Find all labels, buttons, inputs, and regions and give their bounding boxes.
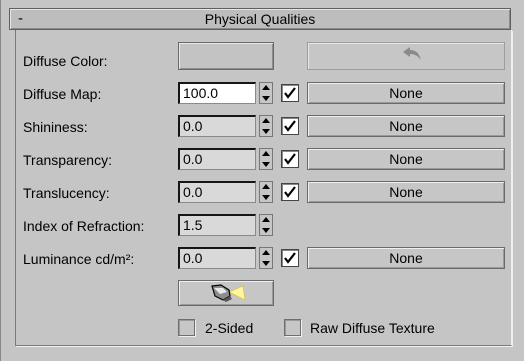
undo-arrow-icon (403, 47, 421, 60)
shininess-label: Shininess: (23, 119, 88, 135)
diffuse-color-swatch[interactable] (178, 42, 274, 70)
luminance-spinner[interactable] (259, 247, 273, 269)
two-sided-label: 2-Sided (205, 320, 254, 336)
physical-qualities-rollout: - Physical Qualities Diffuse Color: Diff… (0, 0, 524, 361)
luminance-map-button[interactable]: None (307, 247, 505, 269)
shininess-map-button[interactable]: None (307, 115, 505, 137)
luminance-picker-button[interactable] (178, 280, 274, 306)
translucency-amount-field[interactable]: 0.0 (178, 181, 256, 203)
raw-diffuse-texture-checkbox[interactable] (284, 319, 301, 336)
rollout-title: Physical Qualities (204, 11, 316, 27)
ior-field[interactable]: 1.5 (178, 214, 256, 236)
ior-label: Index of Refraction: (23, 218, 145, 234)
diffuse-map-label: Diffuse Map: (23, 86, 102, 102)
transparency-spinner[interactable] (259, 148, 273, 170)
translucency-spinner[interactable] (259, 181, 273, 203)
transparency-map-button[interactable]: None (307, 148, 505, 170)
raw-diffuse-texture-label: Raw Diffuse Texture (310, 320, 435, 336)
luminance-enable-checkbox[interactable] (281, 249, 299, 267)
diffuse-color-label: Diffuse Color: (23, 53, 108, 69)
two-sided-checkbox[interactable] (178, 319, 195, 336)
ior-spinner[interactable] (259, 214, 273, 236)
translucency-map-button[interactable]: None (307, 181, 505, 203)
diffuse-map-spinner[interactable] (259, 82, 273, 104)
translucency-label: Translucency: (23, 185, 110, 201)
shininess-enable-checkbox[interactable] (281, 117, 299, 135)
shininess-spinner[interactable] (259, 115, 273, 137)
diffuse-map-enable-checkbox[interactable] (281, 84, 299, 102)
diffuse-map-amount-field[interactable]: 100.0 (178, 82, 256, 104)
luminance-field[interactable]: 0.0 (178, 247, 256, 269)
rollout-header[interactable]: - Physical Qualities (9, 8, 511, 30)
undo-button[interactable] (307, 42, 505, 70)
translucency-enable-checkbox[interactable] (281, 183, 299, 201)
luminance-label: Luminance cd/m²: (23, 251, 135, 267)
flashlight-icon (211, 284, 246, 302)
diffuse-map-button[interactable]: None (307, 82, 505, 104)
transparency-amount-field[interactable]: 0.0 (178, 148, 256, 170)
transparency-label: Transparency: (23, 152, 112, 168)
shininess-amount-field[interactable]: 0.0 (178, 115, 256, 137)
transparency-enable-checkbox[interactable] (281, 150, 299, 168)
